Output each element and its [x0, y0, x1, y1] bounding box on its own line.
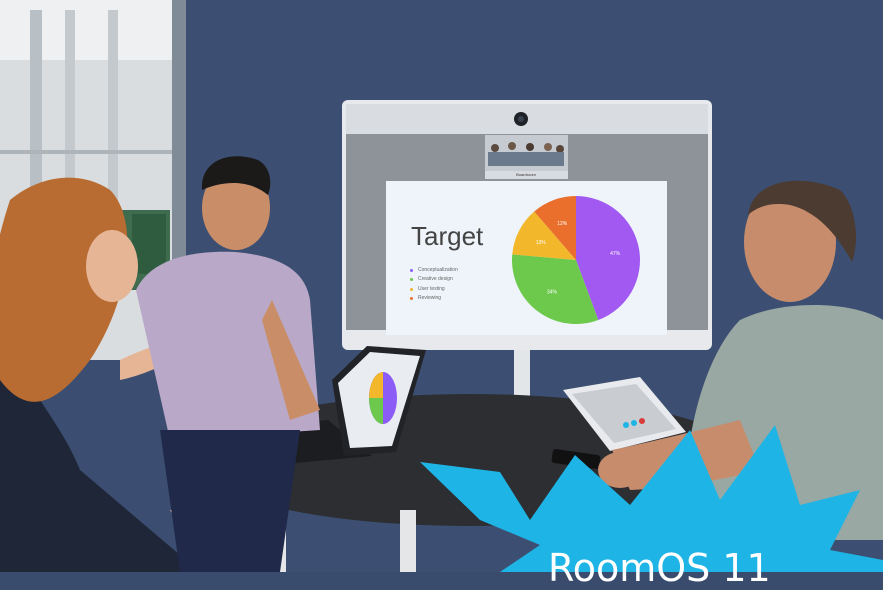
slide-title: Target [411, 221, 484, 251]
legend-item: Reviewing [410, 294, 458, 303]
camera-label: Boardroom [516, 172, 536, 177]
pie-slice-label: 12% [557, 221, 568, 227]
pie-slice-label: 47% [610, 251, 621, 257]
pie-slice-label: 13% [536, 240, 547, 246]
legend-item: User testing [410, 285, 458, 294]
legend-item: Creative design [410, 275, 458, 284]
legend-dot [410, 297, 413, 301]
legend-item: Conceptualization [410, 266, 458, 275]
legend-dot [410, 269, 413, 273]
badge-text: RoomOS 11 [548, 546, 771, 590]
legend-dot [410, 287, 413, 291]
slide-legend: Conceptualization Creative design User t… [410, 266, 458, 303]
legend-dot [410, 278, 413, 282]
pie-slice-label: 34% [547, 290, 558, 296]
